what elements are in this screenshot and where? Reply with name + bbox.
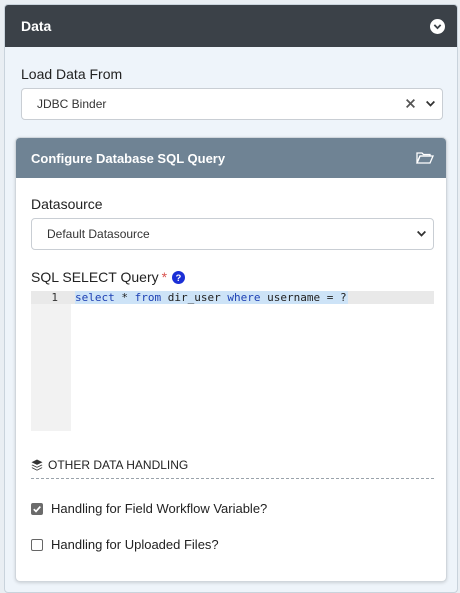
chevron-down-icon[interactable] bbox=[425, 98, 436, 112]
field-workflow-variable-option[interactable]: Handling for Field Workflow Variable? bbox=[31, 501, 267, 516]
uploaded-files-option[interactable]: Handling for Uploaded Files? bbox=[31, 537, 219, 552]
checkbox-unchecked-icon[interactable] bbox=[31, 538, 43, 551]
other-data-handling-title: OTHER DATA HANDLING bbox=[48, 458, 189, 472]
field-workflow-variable-label: Handling for Field Workflow Variable? bbox=[51, 501, 268, 516]
sql-keyword: select bbox=[75, 291, 115, 304]
sql-query-card-header[interactable]: Configure Database SQL Query bbox=[16, 138, 446, 178]
sql-query-card: Configure Database SQL Query Datasource … bbox=[15, 137, 447, 582]
sql-keyword: where bbox=[227, 291, 261, 304]
sql-text: * bbox=[114, 291, 135, 304]
chevron-down-icon[interactable] bbox=[416, 228, 427, 242]
sql-query-label: SQL SELECT Query bbox=[31, 269, 159, 285]
sql-query-card-title: Configure Database SQL Query bbox=[31, 150, 226, 166]
datasource-label: Datasource bbox=[31, 196, 103, 212]
svg-text:?: ? bbox=[176, 272, 182, 282]
sql-text: dir_user bbox=[161, 291, 228, 304]
data-panel-header[interactable]: Data bbox=[5, 5, 457, 47]
layers-icon bbox=[31, 459, 43, 471]
other-data-handling-header: OTHER DATA HANDLING bbox=[31, 458, 434, 479]
data-panel-title: Data bbox=[21, 18, 52, 34]
folder-open-icon[interactable] bbox=[416, 151, 434, 165]
load-data-selected-value: JDBC Binder bbox=[37, 97, 107, 111]
editor-gutter bbox=[31, 291, 71, 431]
uploaded-files-label: Handling for Uploaded Files? bbox=[51, 537, 219, 552]
datasource-selected-value: Default Datasource bbox=[47, 227, 150, 241]
datasource-select[interactable]: Default Datasource bbox=[31, 218, 434, 250]
data-panel: Data Load Data From JDBC Binder Configur… bbox=[4, 4, 458, 593]
required-marker: * bbox=[161, 269, 168, 285]
clear-x-icon[interactable] bbox=[405, 98, 416, 112]
sql-code-line[interactable]: select * from dir_user where username = … bbox=[75, 291, 348, 304]
sql-keyword: from bbox=[134, 291, 162, 304]
checkbox-checked-icon[interactable] bbox=[31, 502, 43, 515]
line-number: 1 bbox=[51, 291, 58, 304]
sql-query-label-row: SQL SELECT Query * ? bbox=[31, 269, 186, 285]
sql-query-editor[interactable]: 1 select * from dir_user where username … bbox=[31, 291, 434, 431]
chevron-down-circle-icon[interactable] bbox=[430, 18, 445, 34]
load-data-label: Load Data From bbox=[21, 66, 123, 82]
load-data-select[interactable]: JDBC Binder bbox=[21, 88, 443, 120]
help-circle-icon[interactable]: ? bbox=[172, 270, 186, 284]
sql-text: username = ? bbox=[260, 291, 347, 304]
